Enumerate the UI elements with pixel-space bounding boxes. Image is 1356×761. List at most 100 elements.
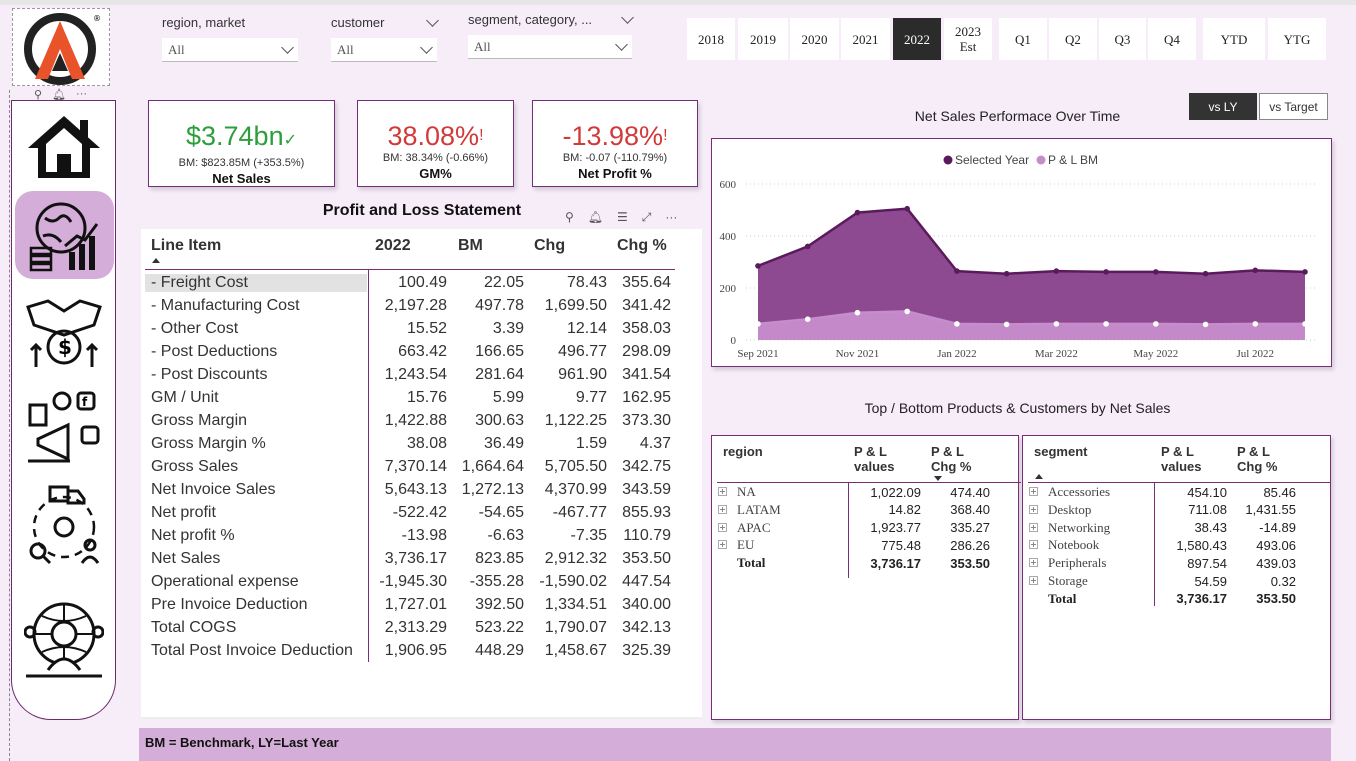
matrix-row[interactable]: Networking 38.43 -14.89	[1023, 519, 1332, 537]
pl-row[interactable]: Operational expense -1,945.30 -355.28 -1,59…	[145, 570, 675, 593]
pl-row[interactable]: Net Sales 3,736.17 823.85 2,912.32 353.50	[145, 547, 675, 570]
matrix-row[interactable]: Notebook 1,580.43 493.06	[1023, 536, 1332, 554]
pl-row[interactable]: Pre Invoice Deduction 1,727.01 392.50 1,334…	[145, 593, 675, 616]
pl-row[interactable]: GM / Unit 15.76 5.99 9.77 162.95	[145, 386, 675, 409]
expand-icon[interactable]	[718, 487, 727, 496]
pl-row[interactable]: Gross Margin 1,422.88 300.63 1,122.25 373.30	[145, 409, 675, 432]
year-2023-est-button[interactable]: 2023 Est	[944, 18, 992, 60]
cell-y2022: 3,736.17	[384, 549, 447, 567]
matrix-row[interactable]: Desktop 711.08 1,431.55	[1023, 501, 1332, 519]
pl-row[interactable]: - Freight Cost 100.49 22.05 78.43 355.64	[145, 271, 675, 294]
matrix-row[interactable]: EU 775.48 286.26	[712, 536, 1020, 554]
pl-row[interactable]: Total Post Invoice Deduction 1,906.95 448.…	[145, 639, 675, 662]
pl-row[interactable]: Total COGS 2,313.29 523.22 1,790.07 342.13	[145, 616, 675, 639]
matrix-row[interactable]: LATAM 14.82 368.40	[712, 501, 1020, 519]
data-point	[854, 209, 861, 216]
col-header-chg[interactable]: Chg	[534, 237, 565, 255]
x-tick-label: Jul 2022	[1236, 348, 1274, 360]
cell-chg-pct: 368.40	[950, 502, 990, 518]
matrix-row[interactable]: NA 1,022.09 474.40	[712, 483, 1020, 501]
customer-dropdown[interactable]: All	[331, 38, 437, 62]
expand-icon[interactable]	[1029, 558, 1038, 568]
pl-row[interactable]: Net profit % -13.98 -6.63 -7.35 110.79	[145, 524, 675, 547]
expand-icon[interactable]	[1029, 576, 1038, 585]
pl-row[interactable]: Gross Sales 7,370.14 1,664.64 5,705.50 342.7…	[145, 455, 675, 478]
nav-marketing[interactable]: f	[12, 383, 115, 471]
expand-icon[interactable]	[1029, 504, 1038, 514]
segment-header[interactable]: segment	[1034, 444, 1087, 459]
matrix-row[interactable]: APAC 1,923.77 335.27	[712, 519, 1020, 537]
pl-row[interactable]: Net profit -522.42 -54.65 -467.77 855.93	[145, 501, 675, 524]
values-header[interactable]: P & L values	[1161, 444, 1201, 474]
year-2018-button[interactable]: 2018	[687, 18, 735, 60]
chg-header[interactable]: P & L Chg %	[1237, 444, 1277, 474]
nav-home[interactable]	[12, 103, 115, 191]
kpi-value: -13.98%!	[533, 121, 697, 151]
expand-icon[interactable]	[1029, 522, 1038, 532]
filter-customer[interactable]: customer All	[331, 13, 439, 62]
year-2022-button[interactable]: 2022	[893, 18, 941, 60]
sidebar-nav: $ f	[11, 100, 116, 720]
nav-supply-chain[interactable]	[12, 481, 115, 569]
q2-button[interactable]: Q2	[1049, 18, 1097, 60]
pl-row[interactable]: - Post Discounts 1,243.54 281.64 961.90 341.…	[145, 363, 675, 386]
col-header-bm[interactable]: BM	[458, 237, 483, 255]
pin-icon[interactable]: ⚲	[565, 210, 574, 225]
pl-row[interactable]: Net Invoice Sales 5,643.13 1,272.13 4,370.9…	[145, 478, 675, 501]
expand-icon[interactable]	[1029, 540, 1038, 550]
expand-icon[interactable]	[1029, 487, 1038, 496]
filter-icon[interactable]: ☰	[617, 210, 628, 225]
row-label: Desktop	[1048, 501, 1092, 517]
expand-icon[interactable]	[718, 504, 727, 514]
bell-icon[interactable]: 🔔︎	[588, 210, 603, 225]
ytg-button[interactable]: YTG	[1268, 18, 1326, 60]
data-point	[1053, 268, 1060, 274]
filter-segment[interactable]: segment, category, ... All	[468, 10, 634, 59]
pl-row[interactable]: - Manufacturing Cost 2,197.28 497.78 1,699.…	[145, 294, 675, 317]
ytd-button[interactable]: YTD	[1203, 18, 1265, 60]
expand-icon[interactable]	[718, 522, 727, 532]
focus-mode-icon[interactable]: ⤢	[642, 210, 652, 225]
total-row[interactable]: Total 3,736.17 353.50	[712, 554, 1020, 572]
cell-y2022: 2,197.28	[384, 296, 447, 314]
segment-dropdown[interactable]: All	[468, 35, 632, 59]
col-header-line-item[interactable]: Line Item	[151, 237, 221, 255]
region-dropdown[interactable]: All	[162, 38, 298, 62]
filter-region[interactable]: region, market All	[162, 15, 298, 62]
line-item-label: Pre Invoice Deduction	[151, 595, 308, 613]
matrix-row[interactable]: Peripherals 897.54 439.03	[1023, 554, 1332, 572]
total-row[interactable]: Total 3,736.17 353.50	[1023, 590, 1332, 608]
q1-button[interactable]: Q1	[999, 18, 1047, 60]
chevron-down-icon	[281, 40, 294, 54]
year-2021-button[interactable]: 2021	[841, 18, 890, 60]
year-2020-button[interactable]: 2020	[790, 18, 839, 60]
nav-executive[interactable]	[12, 596, 115, 684]
supply-chain-icon	[29, 485, 99, 565]
cell-chg-pct: 353.50	[1256, 591, 1296, 607]
q3-button[interactable]: Q3	[1099, 18, 1146, 60]
chg-header[interactable]: P & L Chg %	[931, 444, 971, 474]
row-label: Peripherals	[1048, 555, 1107, 571]
q4-button[interactable]: Q4	[1148, 18, 1196, 60]
row-label-cell: Total	[737, 555, 765, 571]
cell-chg-pct: 340.00	[622, 595, 671, 613]
col-header-chg-pct[interactable]: Chg %	[617, 237, 667, 255]
region-header[interactable]: region	[723, 444, 763, 459]
values-header[interactable]: P & L values	[854, 444, 894, 474]
expand-icon[interactable]	[718, 540, 727, 550]
pl-row[interactable]: - Other Cost 15.52 3.39 12.14 358.03	[145, 317, 675, 340]
year-2019-button[interactable]: 2019	[738, 18, 788, 60]
matrix-row[interactable]: Accessories 454.10 85.46	[1023, 483, 1332, 501]
pl-row[interactable]: - Post Deductions 663.42 166.65 496.77 298.0…	[145, 340, 675, 363]
matrix-row[interactable]: Storage 54.59 0.32	[1023, 572, 1332, 590]
nav-sales[interactable]: $	[12, 287, 115, 375]
area-chart: 0 200 400 600 Sep 2021 Nov 2021 Jan 2022 Mar 20…	[720, 153, 1317, 360]
nav-finance[interactable]	[15, 191, 114, 279]
more-icon[interactable]: ···	[665, 210, 677, 225]
data-point	[1053, 321, 1060, 327]
y-tick-label: 400	[720, 231, 737, 243]
sort-asc-icon	[152, 258, 160, 263]
pl-row[interactable]: Gross Margin % 38.08 36.49 1.59 4.37	[145, 432, 675, 455]
col-header-2022[interactable]: 2022	[375, 237, 411, 255]
line-item-label: Operational expense	[151, 572, 299, 590]
